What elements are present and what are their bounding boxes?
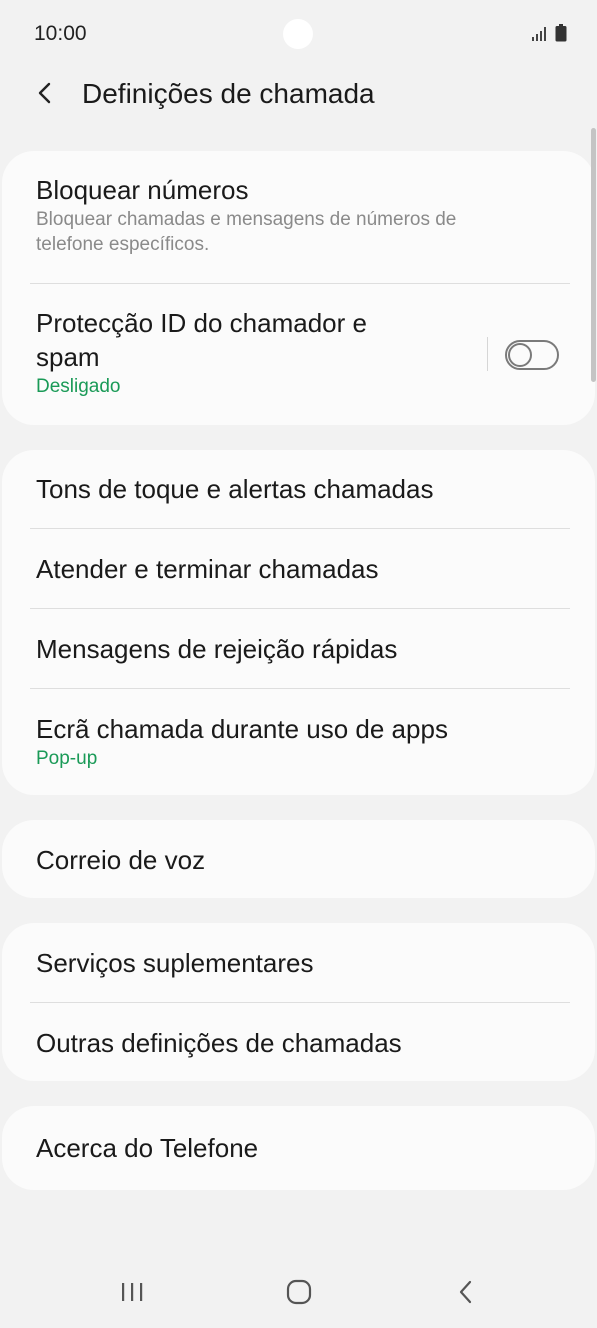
caller-id-spam-status: Desligado [36, 376, 121, 397]
block-numbers-title: Bloquear números [36, 175, 249, 205]
ringtones-alerts-item[interactable]: Tons de toque e alertas chamadas [2, 472, 595, 528]
answer-end-calls-item[interactable]: Atender e terminar chamadas [2, 552, 595, 608]
about-phone-item[interactable]: Acerca do Telefone [2, 1131, 595, 1171]
status-time: 10:00 [34, 22, 87, 45]
about-phone-title: Acerca do Telefone [36, 1133, 259, 1163]
recent-apps-button[interactable] [112, 1276, 152, 1312]
voicemail-title: Correio de voz [36, 845, 206, 875]
call-display-status: Pop-up [36, 748, 98, 769]
front-camera-cutout [283, 19, 313, 49]
settings-card-blocking: Bloquear números Bloquear chamadas e men… [2, 151, 595, 425]
settings-card-calls: Tons de toque e alertas chamadas Atender… [2, 450, 595, 795]
scrollbar[interactable] [591, 128, 596, 382]
call-display-item[interactable]: Ecrã chamada durante uso de apps Pop-up [2, 712, 595, 782]
settings-card-more: Serviços suplementares Outras definições… [2, 923, 595, 1081]
nav-back-icon [457, 1279, 475, 1310]
voicemail-item[interactable]: Correio de voz [2, 843, 595, 883]
supplementary-services-title: Serviços suplementares [36, 948, 314, 978]
ringtones-alerts-title: Tons de toque e alertas chamadas [36, 474, 434, 504]
divider [30, 283, 570, 284]
divider [30, 608, 570, 609]
toggle-knob [508, 343, 532, 367]
battery-icon [555, 24, 567, 47]
recent-apps-icon [120, 1281, 144, 1308]
divider [30, 688, 570, 689]
quick-decline-messages-title: Mensagens de rejeição rápidas [36, 634, 398, 664]
quick-decline-messages-item[interactable]: Mensagens de rejeição rápidas [2, 632, 595, 688]
answer-end-calls-title: Atender e terminar chamadas [36, 554, 379, 584]
divider [30, 1002, 570, 1003]
caller-id-spam-title: Protecção ID do chamador e spam [36, 308, 367, 372]
divider [30, 528, 570, 529]
settings-card-voicemail: Correio de voz [2, 820, 595, 898]
caller-id-spam-toggle[interactable] [505, 340, 559, 370]
other-call-settings-item[interactable]: Outras definições de chamadas [2, 1026, 595, 1074]
home-icon [286, 1279, 312, 1310]
status-icons [531, 24, 567, 47]
status-bar: 10:00 [0, 0, 597, 70]
app-header: Definições de chamada [0, 70, 597, 120]
block-numbers-item[interactable]: Bloquear números Bloquear chamadas e men… [2, 173, 595, 283]
settings-card-about: Acerca do Telefone [2, 1106, 595, 1190]
toggle-separator [487, 337, 488, 371]
back-button[interactable] [28, 78, 62, 112]
navigation-bar [0, 1260, 597, 1328]
home-button[interactable] [279, 1276, 319, 1312]
signal-icon [531, 26, 547, 47]
nav-back-button[interactable] [446, 1276, 486, 1312]
block-numbers-subtitle: Bloquear chamadas e mensagens de números… [36, 209, 457, 255]
page-title: Definições de chamada [82, 78, 375, 109]
back-arrow-icon [35, 81, 55, 110]
other-call-settings-title: Outras definições de chamadas [36, 1028, 402, 1058]
call-display-title: Ecrã chamada durante uso de apps [36, 714, 448, 744]
supplementary-services-item[interactable]: Serviços suplementares [2, 946, 595, 1002]
